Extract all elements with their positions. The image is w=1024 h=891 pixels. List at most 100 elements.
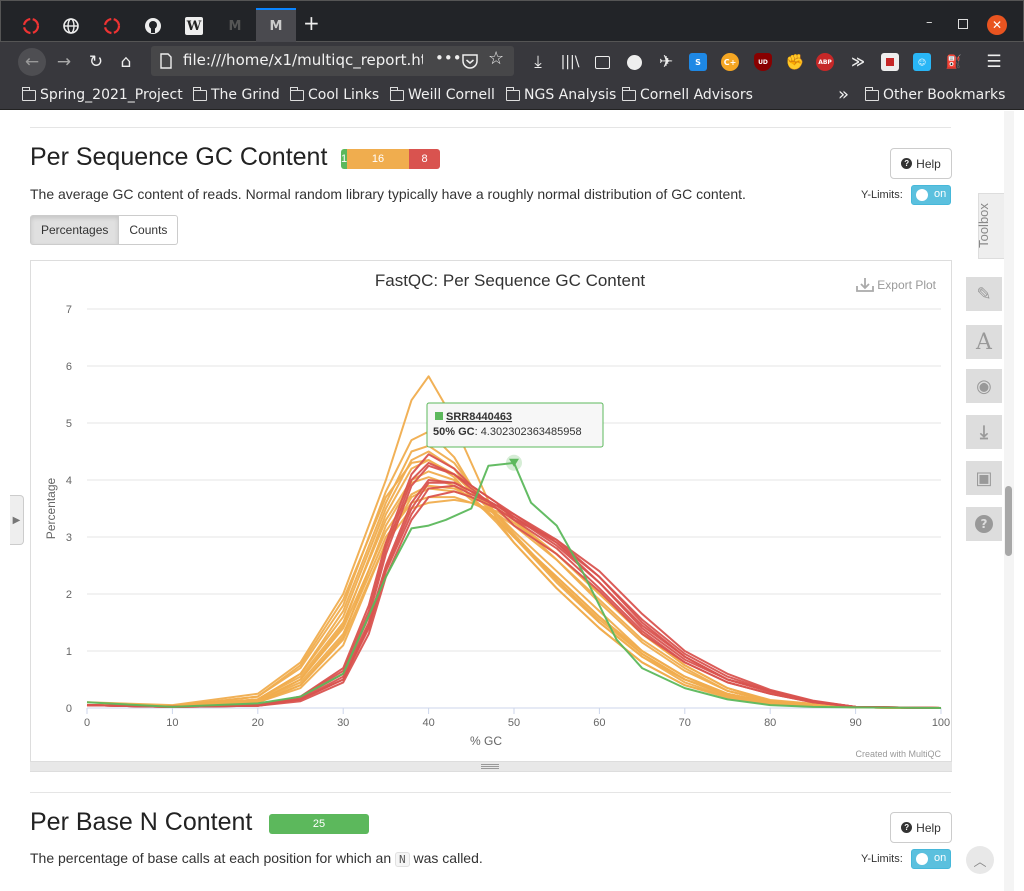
ublock-extension-icon[interactable]: UD <box>754 53 772 71</box>
close-window-button[interactable]: ✕ <box>987 15 1007 35</box>
series-line[interactable] <box>86 464 942 709</box>
tooltip-swatch <box>435 412 443 420</box>
status-badge-pass[interactable]: 25 <box>269 814 369 834</box>
series-line[interactable] <box>86 461 942 709</box>
cplus-extension-icon[interactable]: C+ <box>721 53 739 71</box>
toolbox-hide-button[interactable]: ◉ <box>966 369 1002 403</box>
pin-icon: ✈ <box>658 52 674 72</box>
series-line[interactable] <box>86 430 942 709</box>
clipboard-extension-icon[interactable] <box>881 53 899 71</box>
toolbox-rename-button[interactable]: A <box>966 325 1002 359</box>
pin-extension-button[interactable]: ✈ <box>654 50 678 74</box>
bookmark-folder[interactable]: NGS Analysis <box>505 86 616 103</box>
tab-percentages[interactable]: Percentages <box>30 215 120 245</box>
ylimits-toggle[interactable]: on <box>911 849 951 869</box>
help-button[interactable]: ? Help <box>890 148 952 179</box>
minimize-button[interactable]: – <box>926 15 933 30</box>
chevrons-extension-icon[interactable]: ≫ <box>849 53 867 71</box>
bookmark-folder[interactable]: Cool Links <box>289 86 380 103</box>
sidebar-icon <box>594 55 610 69</box>
description-text: was called. <box>413 850 483 866</box>
library-button[interactable]: |||\ <box>558 50 582 74</box>
divider <box>30 127 951 128</box>
browser-window: W M M + – ✕ ← → ↻ ⌂ file:///home/x1/mult… <box>0 0 1024 891</box>
series-line[interactable] <box>86 476 942 709</box>
s-extension-icon[interactable]: S <box>689 53 707 71</box>
grip-icon <box>481 764 499 769</box>
adblock-extension-icon[interactable]: ABP <box>816 53 834 71</box>
plot-resize-handle[interactable] <box>30 761 952 771</box>
menu-button[interactable]: ☰ <box>982 50 1006 74</box>
toggle-knob <box>916 189 928 201</box>
status-badge-warn[interactable]: 16 <box>347 149 409 169</box>
bookmarks-overflow-button[interactable]: » <box>838 84 849 105</box>
series-line[interactable] <box>86 459 942 709</box>
bookmark-folder[interactable]: Spring_2021_Project <box>21 86 183 103</box>
bookmark-folder[interactable]: Cornell Advisors <box>621 86 753 103</box>
hand-extension-icon[interactable]: ✊ <box>786 53 805 71</box>
tab[interactable] <box>11 9 51 43</box>
toolbox-about-button[interactable]: ? <box>966 507 1002 541</box>
tooltip-number: : 4.302302363485958 <box>475 426 582 438</box>
tab-counts[interactable]: Counts <box>119 215 179 245</box>
page-actions-icon[interactable]: ••• <box>435 49 462 67</box>
bookmark-folder[interactable]: Weill Cornell <box>389 86 495 103</box>
arrow-left-icon: ← <box>24 52 40 72</box>
account-button[interactable] <box>622 50 646 74</box>
page-scrollbar[interactable] <box>1004 111 1014 891</box>
divider <box>30 792 951 793</box>
scroll-to-top-button[interactable]: ︿ <box>966 846 994 874</box>
sidebar-button[interactable] <box>590 50 614 74</box>
star-icon[interactable]: ☆ <box>488 48 504 69</box>
forward-button[interactable]: → <box>52 50 76 74</box>
series-line[interactable] <box>86 487 942 709</box>
face-extension-icon[interactable]: ☺ <box>913 53 931 71</box>
back-button[interactable]: ← <box>18 48 46 76</box>
url-text[interactable]: file:///home/x1/multiqc_report.html <box>183 51 423 69</box>
pocket-icon[interactable] <box>462 54 478 69</box>
folder-icon <box>21 86 36 101</box>
series-line[interactable] <box>86 461 942 709</box>
series-line[interactable] <box>86 453 942 709</box>
eye-slash-icon: ◉ <box>976 375 992 397</box>
url-bar[interactable]: file:///home/x1/multiqc_report.html ••• … <box>151 46 514 76</box>
export-plot-button[interactable]: Export Plot <box>877 278 936 292</box>
toolbox-export-button[interactable]: ⤓ <box>966 415 1002 449</box>
tooltip-label: 50% GC <box>433 426 475 438</box>
series-line[interactable] <box>86 481 942 709</box>
bookmark-folder[interactable]: The Grind <box>192 86 280 103</box>
series-line[interactable] <box>86 496 942 709</box>
question-icon: ? <box>901 158 913 169</box>
tab[interactable]: W <box>174 9 214 43</box>
sidebar-toggle-handle[interactable]: ▶ <box>10 495 24 545</box>
gc-content-chart[interactable]: 012345670 10 20 30 40 50 60 70 80 90 100FastQC: Pe… <box>31 261 951 761</box>
tool-extension-icon[interactable]: ⛽ <box>945 53 963 71</box>
tab[interactable] <box>51 9 91 43</box>
reload-button[interactable]: ↻ <box>84 50 108 74</box>
toolbox-tab[interactable]: Toolbox <box>976 193 1004 259</box>
status-badge-fail[interactable]: 8 <box>409 149 440 169</box>
other-bookmarks-folder[interactable]: Other Bookmarks <box>864 86 1005 103</box>
series-line[interactable] <box>86 450 942 709</box>
tab[interactable]: M <box>215 9 255 43</box>
new-tab-button[interactable]: + <box>303 13 320 33</box>
bookmark-label: Cool Links <box>308 87 380 103</box>
downloads-button[interactable]: ⤓ <box>526 50 550 74</box>
scrollbar-thumb[interactable] <box>1005 486 1012 556</box>
toolbox-highlight-button[interactable]: ✎ <box>966 277 1002 311</box>
x-tick-label: 100 <box>932 717 950 729</box>
tab[interactable] <box>92 9 132 43</box>
y-tick-label: 5 <box>66 418 72 430</box>
help-button[interactable]: ? Help <box>890 812 952 843</box>
series-line[interactable] <box>86 444 942 709</box>
maximize-button[interactable] <box>958 19 968 29</box>
toolbox-save-button[interactable]: ▣ <box>966 461 1002 495</box>
tab[interactable] <box>133 9 173 43</box>
home-button[interactable]: ⌂ <box>114 50 138 74</box>
ylimits-toggle[interactable]: on <box>911 185 951 205</box>
series-line[interactable] <box>86 470 942 709</box>
tab-active[interactable]: M <box>256 8 296 43</box>
credit-text: Created with MultiQC <box>855 749 941 759</box>
tab-bar: W M M + – ✕ <box>0 0 1024 43</box>
series-line[interactable] <box>86 459 942 709</box>
